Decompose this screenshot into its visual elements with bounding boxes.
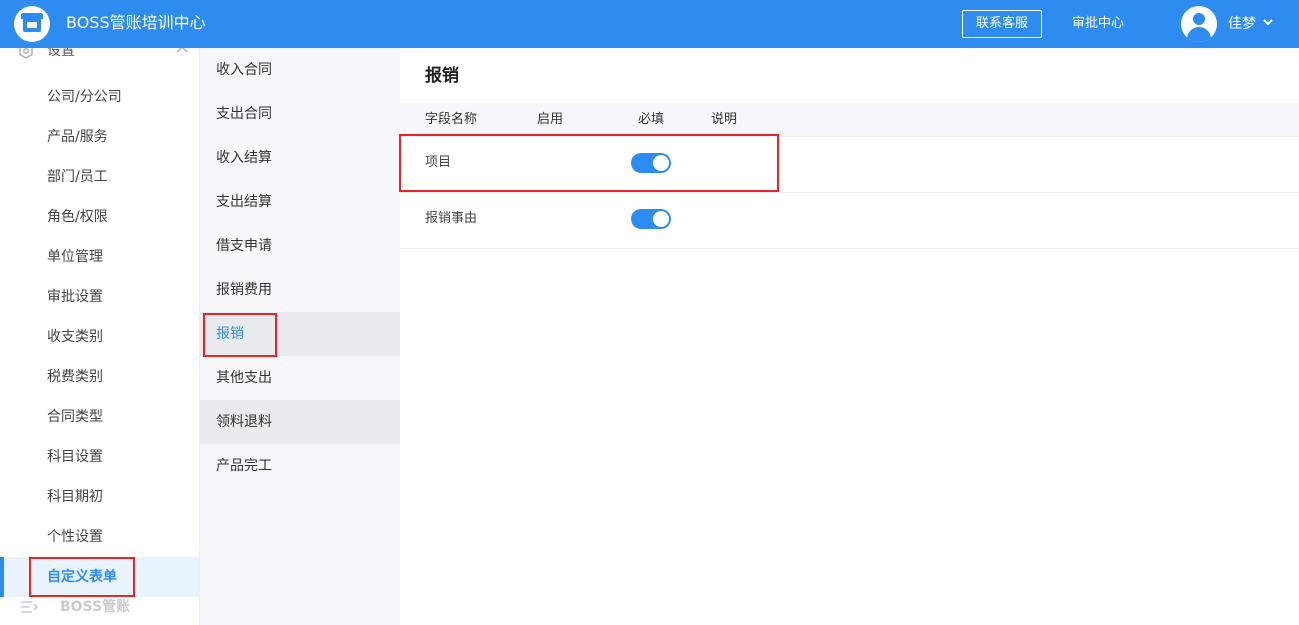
approval-center-link[interactable]: 审批中心 bbox=[1072, 14, 1124, 34]
chevron-down-icon[interactable] bbox=[1262, 16, 1274, 28]
user-avatar-icon[interactable] bbox=[1181, 6, 1217, 42]
column-header-field-name: 字段名称 bbox=[425, 112, 478, 127]
app-title: BOSS管账培训中心 bbox=[66, 13, 206, 32]
form-type-income-contract[interactable]: 收入合同 bbox=[200, 48, 400, 92]
contact-support-button[interactable]: 联系客服 bbox=[962, 10, 1042, 38]
chevron-up-icon[interactable] bbox=[176, 48, 188, 53]
sidebar-item-income-expense-types[interactable]: 收支类别 bbox=[0, 317, 199, 357]
form-type-expense-contract[interactable]: 支出合同 bbox=[200, 92, 400, 136]
highlight-box-row bbox=[399, 134, 779, 192]
shop-logo-icon[interactable] bbox=[14, 6, 50, 42]
sidebar-item-accounts[interactable]: 科目设置 bbox=[0, 437, 199, 477]
sidebar-item-contract-types[interactable]: 合同类型 bbox=[0, 397, 199, 437]
sidebar-item-units[interactable]: 单位管理 bbox=[0, 237, 199, 277]
sidebar-item-products[interactable]: 产品/服务 bbox=[0, 117, 199, 157]
gear-icon bbox=[19, 48, 33, 59]
form-type-advance-request[interactable]: 借支申请 bbox=[200, 224, 400, 268]
sidebar-item-company[interactable]: 公司/分公司 bbox=[0, 77, 199, 117]
form-type-income-settlement[interactable]: 收入结算 bbox=[200, 136, 400, 180]
sidebar-footer-label: BOSS管账 bbox=[60, 599, 131, 615]
required-toggle[interactable] bbox=[631, 209, 671, 229]
sidebar-item-departments[interactable]: 部门/员工 bbox=[0, 157, 199, 197]
sidebar-item-personalization[interactable]: 个性设置 bbox=[0, 517, 199, 557]
form-type-reimbursement-fees[interactable]: 报销费用 bbox=[200, 268, 400, 312]
highlight-box-subnav bbox=[203, 313, 277, 357]
column-header-description: 说明 bbox=[711, 112, 738, 127]
table-row: 报销事由 bbox=[400, 193, 1299, 249]
column-header-required: 必填 bbox=[638, 112, 665, 127]
sidebar-item-opening-balances[interactable]: 科目期初 bbox=[0, 477, 199, 517]
page-title: 报销 bbox=[425, 66, 459, 86]
menu-icon bbox=[21, 601, 38, 613]
table-header: 字段名称 启用 必填 说明 bbox=[400, 103, 1299, 137]
form-type-other-expense[interactable]: 其他支出 bbox=[200, 356, 400, 400]
user-name[interactable]: 佳梦 bbox=[1228, 14, 1256, 34]
field-name: 报销事由 bbox=[425, 211, 478, 226]
sidebar-section-settings[interactable]: 设置 bbox=[0, 48, 199, 68]
column-header-enabled: 启用 bbox=[537, 112, 564, 127]
sidebar-section-label: 设置 bbox=[47, 48, 75, 59]
top-bar: BOSS管账培训中心 联系客服 审批中心 佳梦 bbox=[0, 0, 1299, 48]
sidebar: 设置 公司/分公司 产品/服务 部门/员工 角色/权限 单位管理 审批设置 收支… bbox=[0, 48, 200, 625]
sidebar-item-roles[interactable]: 角色/权限 bbox=[0, 197, 199, 237]
sidebar-item-approval-settings[interactable]: 审批设置 bbox=[0, 277, 199, 317]
sidebar-item-tax-types[interactable]: 税费类别 bbox=[0, 357, 199, 397]
form-type-material-return[interactable]: 领料退料 bbox=[200, 400, 400, 444]
form-type-expense-settlement[interactable]: 支出结算 bbox=[200, 180, 400, 224]
highlight-box-sidebar bbox=[29, 557, 135, 597]
form-type-product-completion[interactable]: 产品完工 bbox=[200, 444, 400, 488]
